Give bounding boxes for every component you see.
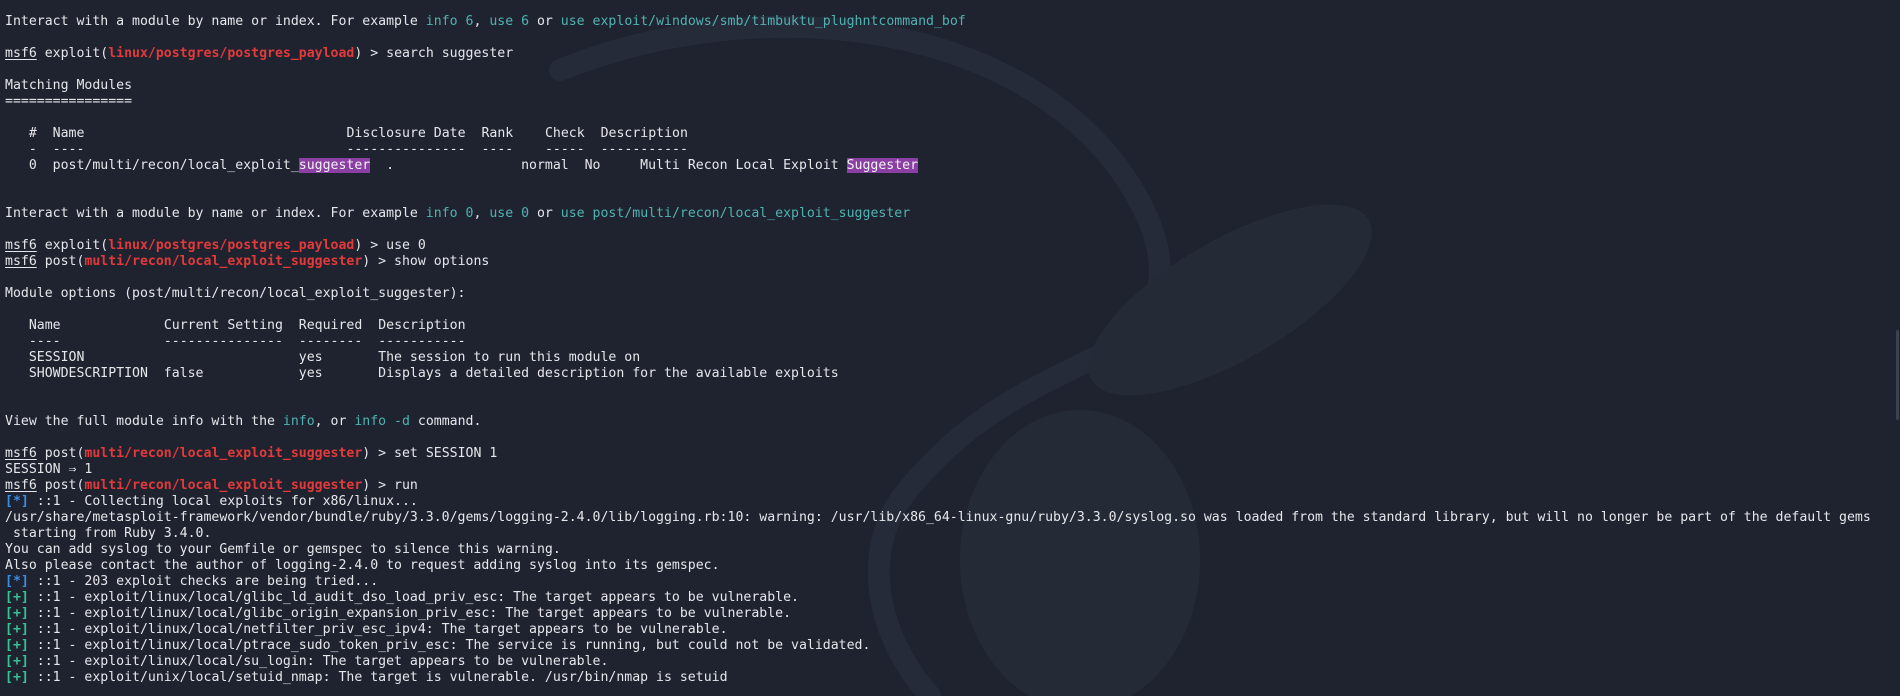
prompt-line: msf6 post(multi/recon/local_exploit_sugg… bbox=[5, 254, 490, 269]
options-table-header: Name Current Setting Required Descriptio… bbox=[28, 318, 466, 333]
output-line: SESSION ⇒ 1 bbox=[5, 462, 93, 477]
status-line-success: [+] ::1 - exploit/linux/local/netfilter_… bbox=[5, 622, 728, 637]
table-row: 0 post/multi/recon/local_exploit_suggest… bbox=[5, 158, 919, 173]
module-options-heading: Module options (post/multi/recon/local_e… bbox=[5, 286, 466, 301]
output-line: View the full module info with the info,… bbox=[5, 414, 482, 429]
prompt-line: msf6 exploit(linux/postgres/postgres_pay… bbox=[5, 46, 514, 61]
terminal-scrollbar[interactable] bbox=[1892, 0, 1900, 696]
output-line: Interact with a module by name or index.… bbox=[5, 206, 911, 221]
status-line-success: [+] ::1 - exploit/linux/local/ptrace_sud… bbox=[5, 638, 871, 653]
terminal-output[interactable]: Interact with a module by name or index.… bbox=[5, 14, 1885, 686]
section-heading: Matching Modules bbox=[5, 78, 133, 93]
warning-line: starting from Ruby 3.4.0. bbox=[5, 526, 212, 541]
warning-line: /usr/share/metasploit-framework/vendor/b… bbox=[5, 510, 1871, 525]
status-line-success: [+] ::1 - exploit/linux/local/glibc_ld_a… bbox=[5, 590, 799, 605]
warning-line: You can add syslog to your Gemfile or ge… bbox=[5, 542, 561, 557]
section-underline: ================ bbox=[5, 94, 133, 109]
status-line-success: [+] ::1 - exploit/linux/local/su_login: … bbox=[5, 654, 609, 669]
options-row-session: SESSION yes The session to run this modu… bbox=[5, 350, 641, 365]
prompt-line: msf6 post(multi/recon/local_exploit_sugg… bbox=[5, 446, 498, 461]
status-line-info: [*] ::1 - 203 exploit checks are being t… bbox=[5, 574, 379, 589]
status-line-success: [+] ::1 - exploit/linux/local/glibc_orig… bbox=[5, 606, 792, 621]
warning-line: Also please contact the author of loggin… bbox=[5, 558, 720, 573]
prompt-line: msf6 post(multi/recon/local_exploit_sugg… bbox=[5, 478, 418, 493]
status-line-success: [+] ::1 - exploit/unix/local/setuid_nmap… bbox=[5, 670, 728, 685]
scrollbar-thumb[interactable] bbox=[1896, 330, 1899, 420]
output-line: Interact with a module by name or index.… bbox=[5, 14, 966, 29]
prompt-line: msf6 exploit(linux/postgres/postgres_pay… bbox=[5, 238, 426, 253]
status-line-info: [*] ::1 - Collecting local exploits for … bbox=[5, 494, 418, 509]
table-header-underline: - ---- --------------- ---- ----- ------… bbox=[28, 142, 688, 157]
table-header: # Name Disclosure Date Rank Check Descri… bbox=[28, 126, 688, 141]
options-row-showdescription: SHOWDESCRIPTION false yes Displays a det… bbox=[5, 366, 839, 381]
options-table-underline: ---- --------------- -------- ----------… bbox=[28, 334, 466, 349]
